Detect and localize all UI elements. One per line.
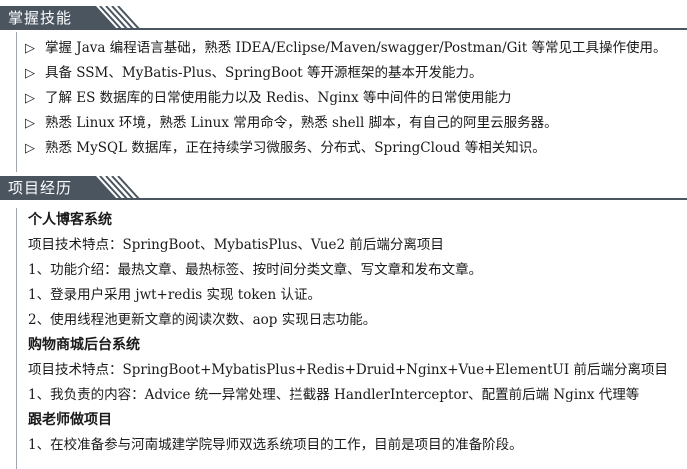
project-line: 1、登录用户采用 jwt+redis 实现 token 认证。	[28, 287, 321, 303]
triangle-right-outline-icon: ▷	[25, 91, 35, 106]
skill-item: ▷ 具备 SSM、MyBatis-Plus、SpringBoot 等开源框架的基…	[17, 61, 687, 86]
skill-text: 熟悉 MySQL 数据库，正在持续学习微服务、分布式、SpringCloud 等…	[45, 140, 546, 156]
project-line: 2、使用线程池更新文章的阅读次数、aop 实现日志功能。	[28, 312, 377, 328]
triangle-right-outline-icon: ▷	[25, 116, 35, 131]
projects-section-title: 项目经历	[8, 179, 73, 197]
skill-text: 具备 SSM、MyBatis-Plus、SpringBoot 等开源框架的基本开…	[45, 65, 483, 81]
section-header-banner	[0, 176, 687, 200]
skill-list: ▷ 掌握 Java 编程语言基础，熟悉 IDEA/Eclipse/Maven/s…	[17, 36, 687, 161]
skills-section-title: 掌握技能	[8, 9, 73, 27]
triangle-right-outline-icon: ▷	[25, 66, 35, 81]
project-line: 1、功能介绍：最热文章、最热标签、按时间分类文章、写文章和发布文章。	[28, 262, 483, 278]
project-title: 跟老师做项目	[28, 412, 112, 428]
projects-section-header: 项目经历	[0, 176, 687, 200]
project-title: 个人博客系统	[28, 212, 112, 228]
skills-section-body: ▷ 掌握 Java 编程语言基础，熟悉 IDEA/Eclipse/Maven/s…	[16, 32, 687, 172]
project-line: 1、我负责的内容：Advice 统一异常处理、拦截器 HandlerInterc…	[28, 387, 640, 403]
skill-item: ▷ 了解 ES 数据库的日常使用能力以及 Redis、Nginx 等中间件的日常…	[17, 86, 687, 111]
project-title: 购物商城后台系统	[28, 337, 140, 353]
project-line: 项目技术特点：SpringBoot、MybatisPlus、Vue2 前后端分离…	[28, 237, 444, 253]
skill-text: 了解 ES 数据库的日常使用能力以及 Redis、Nginx 等中间件的日常使用…	[45, 90, 512, 106]
triangle-right-outline-icon: ▷	[25, 141, 35, 156]
skills-section-header: 掌握技能	[0, 6, 687, 30]
skill-item: ▷ 熟悉 MySQL 数据库，正在持续学习微服务、分布式、SpringCloud…	[17, 136, 687, 161]
project-line: 1、在校准备参与河南城建学院导师双选系统项目的工作，目前是项目的准备阶段。	[28, 437, 523, 453]
skill-item: ▷ 熟悉 Linux 环境，熟悉 Linux 常用命令，熟悉 shell 脚本，…	[17, 111, 687, 136]
triangle-right-outline-icon: ▷	[25, 41, 35, 56]
skill-item: ▷ 掌握 Java 编程语言基础，熟悉 IDEA/Eclipse/Maven/s…	[17, 36, 687, 61]
projects-section-body: 个人博客系统 项目技术特点：SpringBoot、MybatisPlus、Vue…	[16, 208, 687, 469]
section-header-banner	[0, 6, 687, 30]
skill-text: 熟悉 Linux 环境，熟悉 Linux 常用命令，熟悉 shell 脚本，有自…	[45, 115, 558, 131]
skill-text: 掌握 Java 编程语言基础，熟悉 IDEA/Eclipse/Maven/swa…	[45, 40, 667, 56]
project-line: 项目技术特点：SpringBoot+MybatisPlus+Redis+Drui…	[28, 362, 668, 378]
